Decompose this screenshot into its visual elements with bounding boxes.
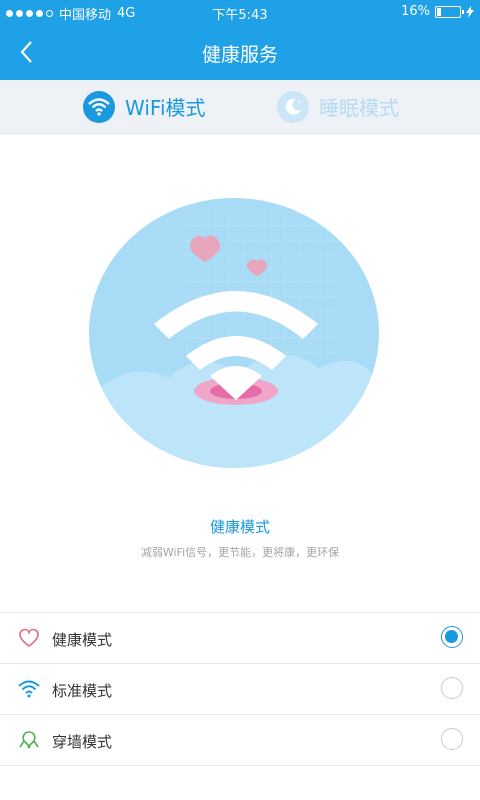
status-bar: 中国移动 4G 下午5:43 16%: [0, 0, 480, 24]
tab-sleep-mode[interactable]: 睡眠模式: [277, 80, 399, 133]
option-wall-label: 穿墙模式: [52, 733, 113, 751]
heart-icon: [19, 628, 39, 647]
mode-title: 健康模式: [209, 518, 270, 536]
mode-tabs: WiFi模式 睡眠模式: [0, 80, 480, 134]
standard-mode-radio[interactable]: [441, 677, 463, 699]
wall-icon: [19, 731, 39, 749]
moon-icon: [277, 90, 309, 123]
health-mode-radio[interactable]: [441, 626, 463, 648]
option-standard-label: 标准模式: [52, 682, 113, 700]
wall-mode-radio[interactable]: [441, 728, 463, 750]
mode-option-list: 健康模式 标准模式 穿墙模式: [0, 612, 480, 766]
tab-wifi-mode[interactable]: WiFi模式: [83, 80, 206, 133]
tab-sleep-label: 睡眠模式: [319, 96, 399, 120]
page-title: 健康服务: [201, 44, 278, 66]
option-wall-mode[interactable]: 穿墙模式: [0, 715, 480, 766]
battery-percent: 16%: [401, 4, 430, 19]
tab-wifi-label: WiFi模式: [125, 96, 206, 120]
wifi-icon: [18, 680, 40, 698]
app-header: 中国移动 4G 下午5:43 16% 健康服务: [0, 0, 480, 80]
mode-description: 减弱WiFi信号，更节能，更将康，更环保: [140, 546, 340, 559]
wifi-icon: [83, 90, 115, 123]
option-health-label: 健康模式: [52, 631, 113, 649]
battery-icon: [435, 5, 464, 18]
wifi-health-illustration: [89, 198, 379, 468]
charging-icon: [466, 5, 474, 18]
option-health-mode[interactable]: 健康模式: [0, 613, 480, 664]
option-standard-mode[interactable]: 标准模式: [0, 664, 480, 715]
